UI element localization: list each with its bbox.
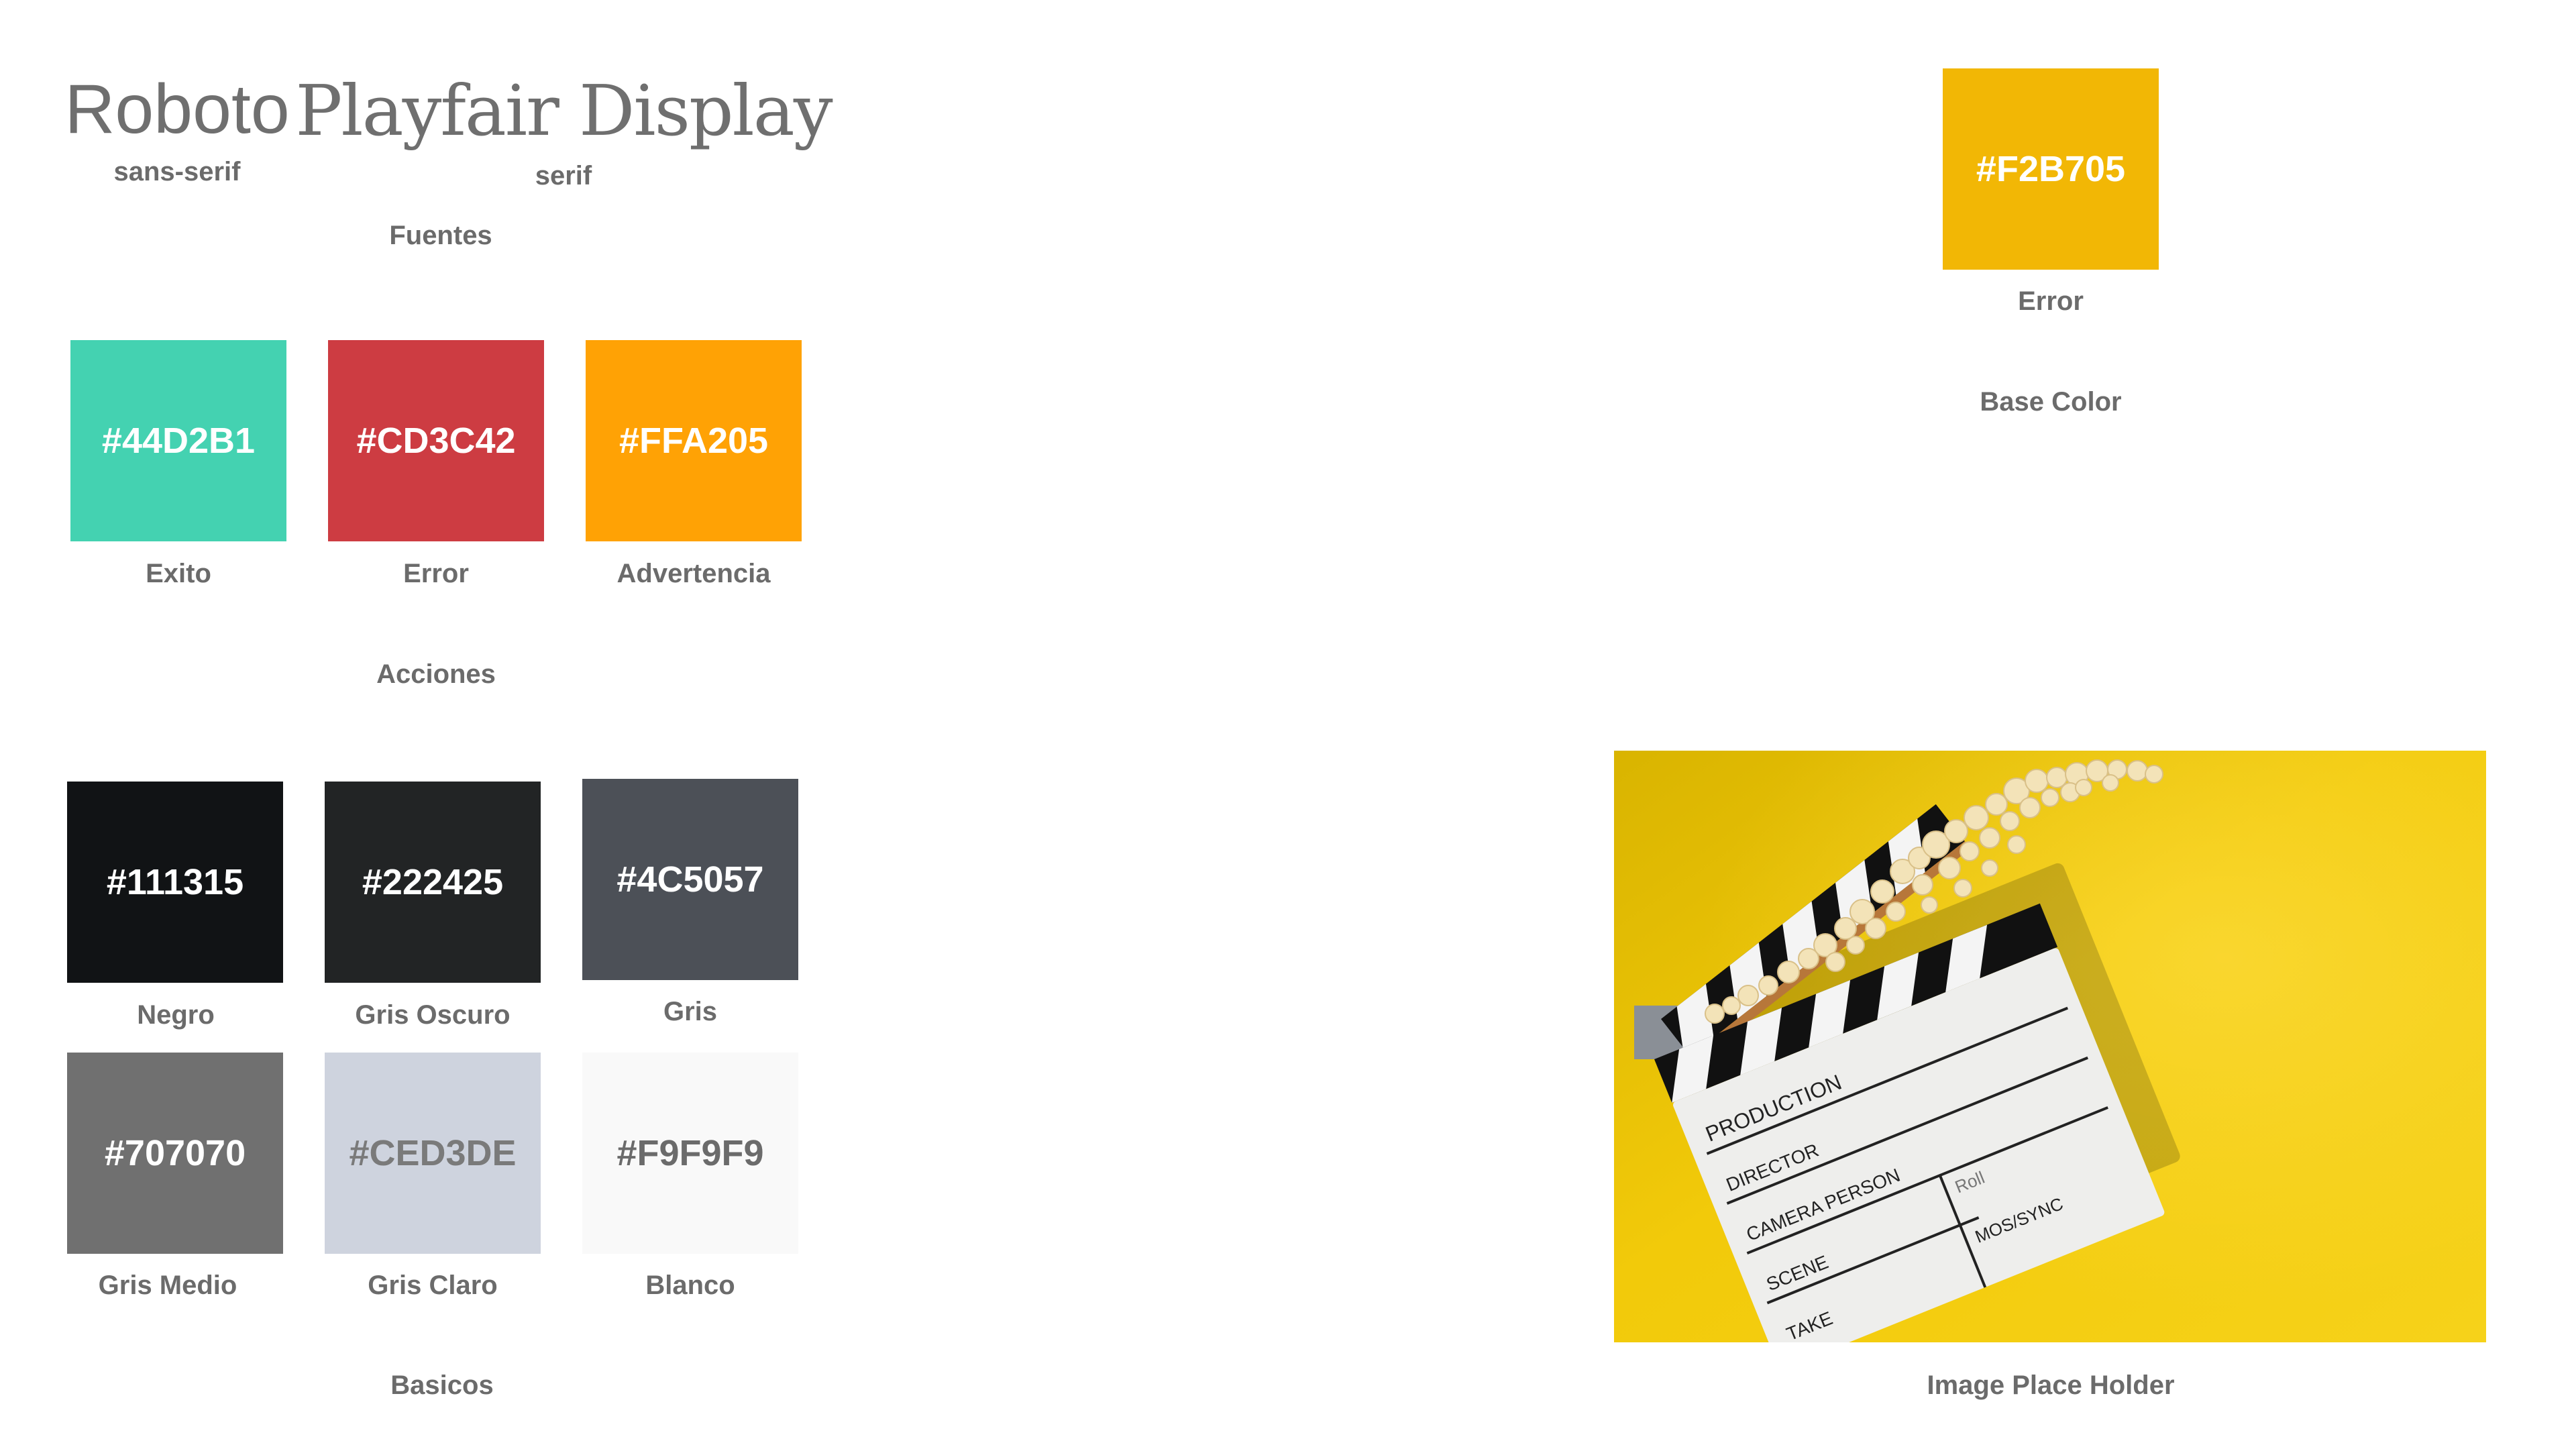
swatch-blanco: #F9F9F9	[582, 1053, 798, 1254]
base-color-section-title: Base Color	[1980, 387, 2122, 417]
swatch-label-gris-claro: Gris Claro	[368, 1271, 498, 1300]
font-sample-playfair-display: Playfair Display	[295, 70, 833, 152]
swatch-exito: #44D2B1	[70, 340, 286, 541]
clapperboard-popcorn-illustration: PRODUCTION DIRECTOR CAMERA PERSON SCENE …	[1614, 751, 2486, 1342]
swatch-hex: #CD3C42	[356, 421, 516, 461]
swatch-hex: #707070	[104, 1133, 246, 1173]
fonts-section-title: Fuentes	[389, 221, 492, 250]
swatch-negro: #111315	[67, 782, 283, 983]
placeholder-image: PRODUCTION DIRECTOR CAMERA PERSON SCENE …	[1614, 751, 2486, 1342]
swatch-hex: #4C5057	[616, 859, 764, 900]
image-placeholder-section-title: Image Place Holder	[1927, 1371, 2175, 1400]
swatch-label-advertencia: Advertencia	[616, 559, 771, 588]
swatch-label-error: Error	[403, 559, 469, 588]
swatch-error: #CD3C42	[328, 340, 544, 541]
swatch-label-gris: Gris	[663, 997, 718, 1026]
swatch-gris-medio: #707070	[67, 1053, 283, 1254]
swatch-label-negro: Negro	[137, 1000, 215, 1030]
swatch-label-gris-oscuro: Gris Oscuro	[355, 1000, 511, 1030]
swatch-hex: #111315	[106, 862, 244, 902]
swatch-hex: #F9F9F9	[616, 1133, 764, 1173]
swatch-gris-oscuro: #222425	[325, 782, 541, 983]
swatch-gris-claro: #CED3DE	[325, 1053, 541, 1254]
font-sample-roboto: Roboto	[64, 70, 290, 148]
swatch-hex: #F2B705	[1976, 149, 2126, 189]
basics-section-title: Basicos	[390, 1371, 494, 1400]
swatch-gris: #4C5057	[582, 779, 798, 980]
swatch-hex: #44D2B1	[101, 421, 256, 461]
swatch-label-exito: Exito	[146, 559, 211, 588]
font-category-serif: serif	[535, 161, 592, 191]
swatch-hex: #CED3DE	[349, 1133, 517, 1173]
actions-section-title: Acciones	[376, 659, 496, 689]
swatch-label-base-error: Error	[2018, 286, 2084, 316]
swatch-hex: #FFA205	[619, 421, 769, 461]
font-category-sans-serif: sans-serif	[113, 157, 241, 186]
swatch-advertencia: #FFA205	[586, 340, 802, 541]
swatch-label-gris-medio: Gris Medio	[98, 1271, 237, 1300]
swatch-hex: #222425	[362, 862, 504, 902]
swatch-label-blanco: Blanco	[645, 1271, 735, 1300]
swatch-base-color: #F2B705	[1943, 68, 2159, 270]
